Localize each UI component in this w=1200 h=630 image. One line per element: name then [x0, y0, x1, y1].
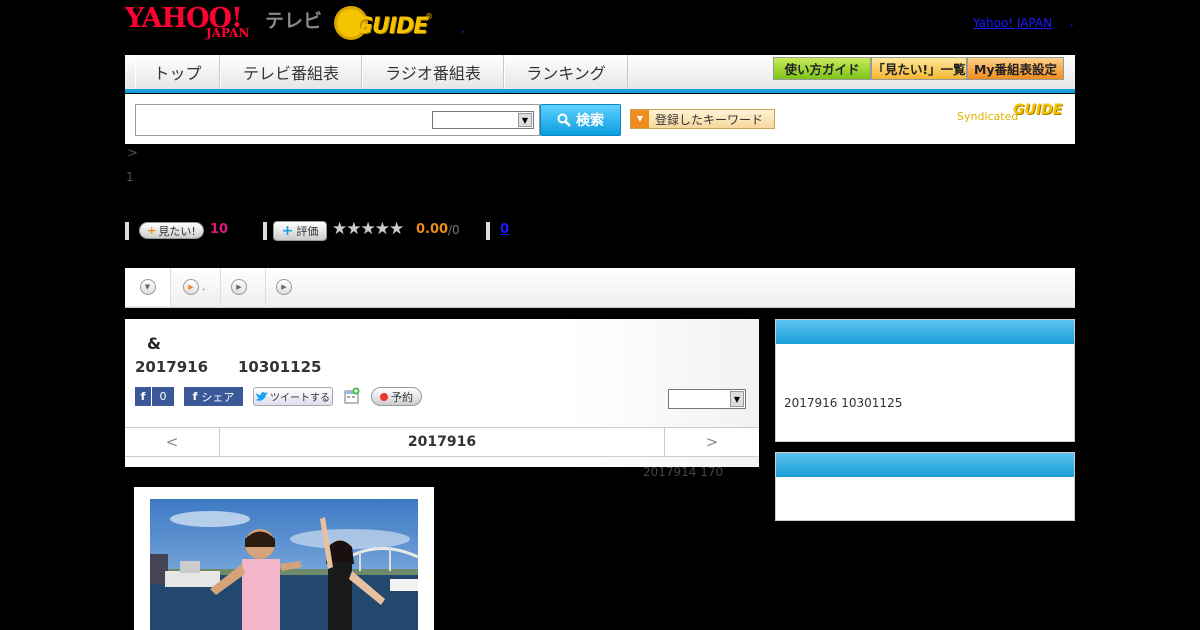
syndicated-label: Syndicated — [957, 110, 1019, 123]
rate-button-label: 評価 — [296, 225, 319, 238]
search-category-select[interactable]: ▼ — [432, 111, 534, 129]
search-bar: ▼ 検索 ▼ 登録したキーワード Syndicated GUIDE — [125, 94, 1075, 144]
yahoo-japan-link[interactable]: Yahoo! JAPAN — [973, 16, 1052, 30]
broadcast-time: 10301125 — [238, 358, 322, 376]
breadcrumb[interactable]: > — [127, 146, 138, 161]
date-navigation: < 2017916 > — [125, 427, 759, 457]
reserve-button-label: 予約 — [391, 390, 413, 404]
tab-program-info[interactable]: ▼ — [125, 268, 171, 306]
sidebar-box-header — [776, 320, 1074, 344]
page-number: 1 — [126, 170, 134, 184]
sidebar-broadcast-info: 2017916 10301125 — [784, 396, 903, 410]
calendar-add-icon[interactable] — [344, 387, 360, 405]
reserve-button[interactable]: 予約 — [371, 387, 422, 406]
registered-keywords-label: 登録したキーワード — [655, 112, 764, 127]
header-dot: , — [461, 24, 465, 35]
rating-total: /0 — [448, 223, 460, 237]
chevron-down-icon: ▼ — [139, 279, 156, 295]
facebook-icon: f — [135, 387, 152, 406]
chevron-down-icon: ▼ — [518, 113, 532, 127]
facebook-like-button[interactable]: f 0 — [135, 387, 174, 406]
rating-score: 0.00 — [416, 222, 449, 237]
play-icon: ▶ — [183, 279, 199, 295]
program-photo[interactable] — [150, 499, 418, 630]
tab-2[interactable]: ▶ . — [171, 268, 221, 306]
tab-label: . — [202, 281, 206, 293]
facebook-like-count: 0 — [159, 390, 167, 403]
tv-label[interactable]: テレビ — [265, 6, 322, 33]
gguide-logo[interactable]: GUIDE — [355, 14, 428, 39]
facebook-share-label: シェア — [201, 390, 235, 404]
yahoo-japan-sub-logo: JAPAN — [206, 26, 250, 40]
play-icon: ▶ — [231, 279, 247, 295]
nav-tab-top[interactable]: トップ — [135, 55, 220, 89]
tab-3[interactable]: ▶ — [221, 268, 266, 306]
update-note: 2017914 170 — [643, 465, 724, 479]
next-date-button[interactable]: > — [664, 428, 759, 456]
search-icon — [557, 113, 571, 127]
mitai-list-button[interactable]: 「見たい!」一覧 — [871, 57, 967, 80]
yahoo-link-dot: , — [1070, 14, 1074, 28]
search-button[interactable]: 検索 — [540, 104, 621, 136]
triangle-down-icon: ▼ — [631, 110, 649, 128]
harbor-photo-image — [150, 499, 418, 630]
record-dot-icon — [380, 392, 388, 401]
syndicated-gguide-logo: GUIDE — [1013, 102, 1063, 118]
plus-icon: + — [147, 224, 157, 237]
divider-bar — [125, 222, 129, 240]
program-select[interactable]: ▼ — [668, 389, 746, 409]
nav-tab-ranking[interactable]: ランキング — [504, 55, 628, 89]
divider-bar — [263, 222, 267, 240]
twitter-bird-icon — [256, 391, 268, 401]
mitai-button[interactable]: + 見たい! — [139, 222, 204, 239]
nav-tab-tv-schedule[interactable]: テレビ番組表 — [220, 55, 362, 89]
tweet-button[interactable]: ツイートする — [253, 387, 333, 406]
sidebar-box-header — [776, 453, 1074, 477]
sidebar-box-1: 2017916 10301125 — [775, 319, 1075, 442]
rating-stars: ★★★★★ — [332, 219, 404, 239]
mitai-button-label: 見たい! — [158, 224, 196, 238]
content-tabs: ▼ ▶ . ▶ ▶ — [125, 268, 1075, 308]
registered-keywords-button[interactable]: ▼ 登録したキーワード — [630, 109, 775, 129]
sidebar-box-2 — [775, 452, 1075, 521]
current-date: 2017916 — [407, 434, 477, 450]
program-title: & — [147, 334, 161, 353]
review-count-link[interactable]: 0 — [500, 222, 509, 237]
usage-guide-button[interactable]: 使い方ガイド — [773, 57, 871, 80]
program-photo-frame — [134, 487, 434, 630]
main-nav: トップ テレビ番組表 ラジオ番組表 ランキング 使い方ガイド 「見たい!」一覧 … — [125, 55, 1075, 93]
rate-button[interactable]: + 評価 — [273, 221, 327, 241]
plus-icon: + — [281, 223, 294, 239]
search-button-label: 検索 — [576, 113, 604, 129]
broadcast-date: 2017916 — [135, 358, 209, 376]
chevron-down-icon: ▼ — [730, 391, 744, 407]
prev-date-button[interactable]: < — [125, 428, 220, 456]
facebook-share-button[interactable]: f シェア — [184, 387, 243, 406]
mitai-count: 10 — [210, 222, 229, 237]
page-root: YAHOO! JAPAN テレビ GUIDE ® , Yahoo! JAPAN … — [0, 0, 1200, 630]
program-panel: & 2017916 10301125 f 0 f シェア ツイートする 予約 ▼… — [125, 319, 759, 467]
nav-tab-radio-schedule[interactable]: ラジオ番組表 — [362, 55, 504, 89]
facebook-icon: f — [192, 390, 198, 403]
tweet-button-label: ツイートする — [270, 393, 330, 404]
divider-bar — [486, 222, 490, 240]
play-icon: ▶ — [276, 279, 292, 295]
tab-4[interactable]: ▶ — [266, 268, 311, 306]
registered-mark: ® — [425, 12, 433, 21]
my-schedule-settings-button[interactable]: My番組表設定 — [967, 57, 1064, 80]
